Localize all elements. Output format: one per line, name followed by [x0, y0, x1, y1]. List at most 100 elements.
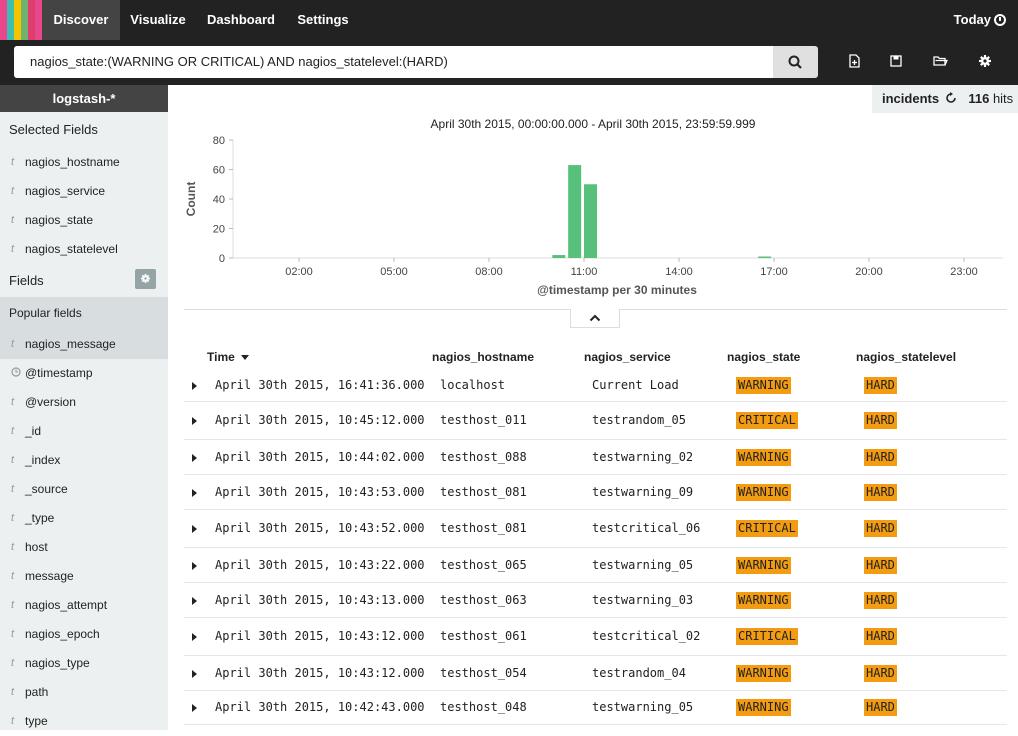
- expand-row-icon[interactable]: [192, 454, 197, 462]
- field-item[interactable]: t nagios_state: [0, 206, 168, 235]
- string-field-icon: t: [11, 512, 15, 524]
- field-name: _source: [25, 482, 68, 496]
- time-cell: April 30th 2015, 10:43:13.000: [215, 593, 425, 607]
- field-item[interactable]: t _type: [0, 504, 168, 533]
- table-row[interactable]: April 30th 2015, 10:42:43.000 testhost_04…: [184, 691, 1007, 725]
- column-header-time[interactable]: Time: [207, 350, 250, 364]
- tab-discover[interactable]: Discover: [42, 0, 120, 40]
- expand-row-icon[interactable]: [192, 704, 197, 712]
- expand-row-icon[interactable]: [192, 670, 197, 678]
- column-header-service[interactable]: nagios_service: [584, 350, 671, 364]
- state-badge: WARNING: [736, 699, 791, 716]
- field-item[interactable]: t host: [0, 533, 168, 562]
- expand-row-icon[interactable]: [192, 382, 197, 390]
- expand-row-icon[interactable]: [192, 525, 197, 533]
- reload-icon[interactable]: [945, 92, 957, 104]
- time-cell: April 30th 2015, 10:43:12.000: [215, 666, 425, 680]
- field-item[interactable]: t message: [0, 562, 168, 591]
- hostname-cell: testhost_081: [440, 521, 527, 535]
- time-cell: April 30th 2015, 10:44:02.000: [215, 450, 425, 464]
- tab-dashboard[interactable]: Dashboard: [196, 0, 286, 40]
- field-item[interactable]: t nagios_hostname: [0, 148, 168, 177]
- popular-fields-heading: Popular fields: [9, 306, 82, 320]
- search-button[interactable]: [773, 46, 818, 78]
- x-tick-label: 17:00: [760, 266, 788, 278]
- fields-heading-label: Fields: [9, 273, 44, 288]
- table-row[interactable]: April 30th 2015, 10:43:12.000 testhost_06…: [184, 618, 1007, 656]
- column-header-state[interactable]: nagios_state: [727, 350, 800, 364]
- field-item[interactable]: t @version: [0, 388, 168, 417]
- statelevel-badge: HARD: [864, 377, 897, 394]
- new-search-icon[interactable]: [846, 53, 862, 69]
- expand-row-icon[interactable]: [192, 489, 197, 497]
- y-tick-label: 80: [213, 135, 225, 147]
- table-row[interactable]: April 30th 2015, 16:41:36.000 localhost Cu…: [184, 370, 1007, 402]
- field-name: host: [25, 540, 48, 554]
- histogram-bar: [584, 184, 597, 258]
- hostname-cell: testhost_011: [440, 413, 527, 427]
- table-row[interactable]: April 30th 2015, 10:43:22.000 testhost_06…: [184, 548, 1007, 583]
- field-item[interactable]: t nagios_epoch: [0, 620, 168, 649]
- column-header-hostname[interactable]: nagios_hostname: [432, 350, 534, 364]
- field-item[interactable]: t nagios_message: [0, 330, 168, 359]
- field-settings-button[interactable]: [135, 269, 156, 289]
- kibana-logo[interactable]: [0, 0, 42, 40]
- tab-visualize[interactable]: Visualize: [120, 0, 196, 40]
- service-cell: testwarning_09: [592, 485, 694, 499]
- field-item[interactable]: @timestamp: [0, 359, 168, 388]
- hit-count-label: hits: [992, 91, 1014, 106]
- y-axis-label: Count: [184, 182, 198, 217]
- string-field-icon: t: [11, 715, 15, 727]
- field-item[interactable]: t nagios_type: [0, 649, 168, 678]
- save-icon[interactable]: [888, 53, 904, 69]
- search-input[interactable]: nagios_state:(WARNING OR CRITICAL) AND n…: [14, 46, 773, 78]
- index-pattern-selector[interactable]: logstash-*: [0, 85, 168, 112]
- collapse-chart-button[interactable]: [570, 309, 620, 328]
- state-badge: CRITICAL: [736, 412, 798, 429]
- time-cell: April 30th 2015, 10:43:22.000: [215, 558, 425, 572]
- search-icon: [788, 55, 802, 69]
- hostname-cell: testhost_061: [440, 629, 527, 643]
- string-field-icon: t: [11, 570, 15, 582]
- service-cell: testwarning_03: [592, 593, 694, 607]
- field-name: nagios_hostname: [25, 155, 120, 169]
- column-header-statelevel[interactable]: nagios_statelevel: [856, 350, 956, 364]
- expand-row-icon[interactable]: [192, 633, 197, 641]
- time-cell: April 30th 2015, 10:43:52.000: [215, 521, 425, 535]
- field-item[interactable]: t _source: [0, 475, 168, 504]
- field-item[interactable]: t nagios_statelevel: [0, 235, 168, 264]
- field-item[interactable]: t nagios_attempt: [0, 591, 168, 620]
- time-picker[interactable]: Today: [954, 0, 1006, 40]
- statelevel-badge: HARD: [864, 412, 897, 429]
- histogram-bar: [568, 165, 582, 258]
- table-row[interactable]: April 30th 2015, 10:43:12.000 testhost_05…: [184, 656, 1007, 691]
- field-item[interactable]: t _id: [0, 417, 168, 446]
- table-row[interactable]: April 30th 2015, 10:43:13.000 testhost_06…: [184, 583, 1007, 618]
- table-row[interactable]: April 30th 2015, 10:43:53.000 testhost_08…: [184, 475, 1007, 510]
- settings-gear-icon[interactable]: [977, 53, 993, 69]
- table-row[interactable]: April 30th 2015, 10:43:52.000 testhost_08…: [184, 510, 1007, 548]
- x-tick-label: 23:00: [950, 266, 978, 278]
- table-row[interactable]: April 30th 2015, 10:44:02.000 testhost_08…: [184, 440, 1007, 475]
- histogram-chart: April 30th 2015, 00:00:00.000 - April 30…: [168, 113, 1018, 310]
- field-item[interactable]: t path: [0, 678, 168, 707]
- string-field-icon: t: [11, 214, 15, 226]
- expand-row-icon[interactable]: [192, 417, 197, 425]
- service-cell: testcritical_02: [592, 629, 701, 643]
- search-bar: nagios_state:(WARNING OR CRITICAL) AND n…: [0, 40, 1018, 85]
- field-item[interactable]: t type: [0, 707, 168, 736]
- sort-desc-icon[interactable]: [241, 355, 250, 360]
- expand-row-icon[interactable]: [192, 562, 197, 570]
- field-item[interactable]: t nagios_service: [0, 177, 168, 206]
- field-item[interactable]: t _index: [0, 446, 168, 475]
- string-field-icon: t: [11, 599, 15, 611]
- table-row[interactable]: April 30th 2015, 10:45:12.000 testhost_01…: [184, 402, 1007, 440]
- tab-settings[interactable]: Settings: [286, 0, 360, 40]
- hits-summary: incidents 116 hits: [872, 85, 1018, 113]
- expand-row-icon[interactable]: [192, 597, 197, 605]
- selected-fields-heading: Selected Fields: [9, 122, 98, 137]
- x-tick-label: 08:00: [475, 266, 503, 278]
- statelevel-badge: HARD: [864, 557, 897, 574]
- open-folder-icon[interactable]: [932, 53, 948, 69]
- gear-icon: [141, 274, 150, 283]
